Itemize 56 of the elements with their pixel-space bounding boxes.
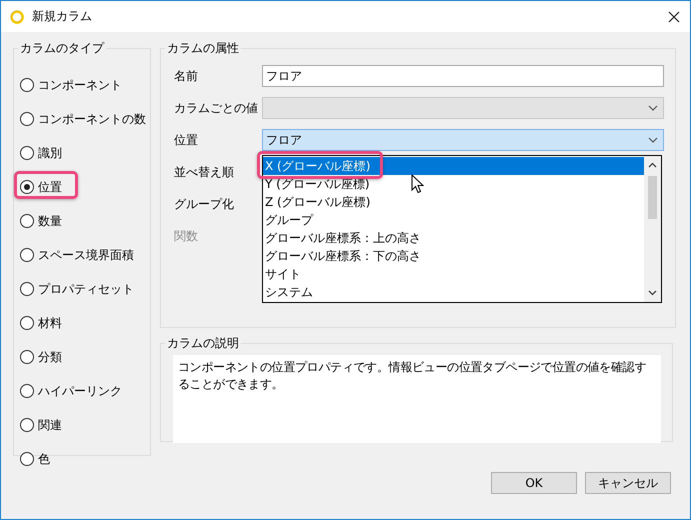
radio-button[interactable] [20, 418, 34, 432]
field-label: カラムごとの値 [174, 100, 259, 117]
group-title: カラムの属性 [166, 41, 240, 55]
list-option[interactable]: グループ [263, 211, 644, 229]
radio-button[interactable] [20, 78, 34, 92]
list-option[interactable]: X (グローバル座標) [263, 157, 644, 175]
list-option[interactable]: Z (グローバル座標) [263, 193, 644, 211]
radio-label[interactable]: ハイパーリンク [38, 382, 122, 400]
radio-button[interactable] [20, 316, 34, 330]
radio-label[interactable]: コンポーネントの数 [38, 110, 146, 128]
radio-label[interactable]: 分類 [38, 348, 62, 366]
field-label: グループ化 [174, 196, 235, 213]
list-option[interactable]: システム [263, 283, 644, 301]
list-option[interactable]: サイト [263, 265, 644, 283]
radio-label[interactable]: 数量 [38, 212, 62, 230]
group-title: カラムのタイプ [19, 41, 106, 55]
scroll-down-icon[interactable] [648, 290, 657, 296]
radio-label[interactable]: 色 [38, 450, 50, 468]
radio-button[interactable] [20, 452, 34, 466]
text-field[interactable]: フロア [262, 65, 664, 87]
chevron-down-icon [648, 137, 658, 143]
radio-label[interactable]: 識別 [38, 144, 62, 162]
list-option[interactable]: グローバル座標系：下の高さ [263, 247, 644, 265]
radio-label[interactable]: スペース境界面積 [38, 246, 134, 264]
group-title: カラムの説明 [166, 336, 240, 350]
radio-button[interactable] [20, 350, 34, 364]
radio-label[interactable]: 位置 [38, 178, 62, 196]
description-text: コンポーネントの位置プロパティです。情報ビューの位置タブページで位置の値を確認することができます。 [178, 359, 648, 393]
field-label: 位置 [174, 132, 199, 149]
radio-button[interactable] [20, 180, 34, 194]
field-label: 並べ替え順 [174, 164, 235, 181]
close-icon[interactable] [668, 10, 680, 22]
ring-icon [10, 10, 24, 24]
dropdown-field[interactable]: フロア [262, 129, 664, 151]
list-option[interactable]: グローバル座標系：上の高さ [263, 229, 644, 247]
scroll-up-icon[interactable] [648, 162, 657, 168]
ok-button[interactable]: OK [491, 472, 577, 494]
radio-label[interactable]: 材料 [38, 314, 62, 332]
mouse-pointer-icon [411, 174, 424, 194]
radio-button[interactable] [20, 384, 34, 398]
radio-button[interactable] [20, 146, 34, 160]
list-option[interactable]: Y (グローバル座標) [263, 175, 644, 193]
radio-button[interactable] [20, 214, 34, 228]
radio-label[interactable]: コンポーネント [38, 76, 122, 94]
radio-button[interactable] [20, 282, 34, 296]
field-label: 関数 [174, 228, 199, 245]
field-label: 名前 [174, 68, 199, 85]
cancel-button[interactable]: キャンセル [585, 472, 671, 494]
window-title: 新規カラム [32, 8, 93, 25]
scrollbar-thumb[interactable] [648, 176, 657, 219]
radio-button[interactable] [20, 112, 34, 126]
radio-button[interactable] [20, 248, 34, 262]
scrollbar[interactable] [644, 156, 661, 302]
chevron-down-icon [648, 105, 658, 111]
radio-label[interactable]: 関連 [38, 416, 62, 434]
radio-label[interactable]: プロパティセット [38, 280, 134, 298]
